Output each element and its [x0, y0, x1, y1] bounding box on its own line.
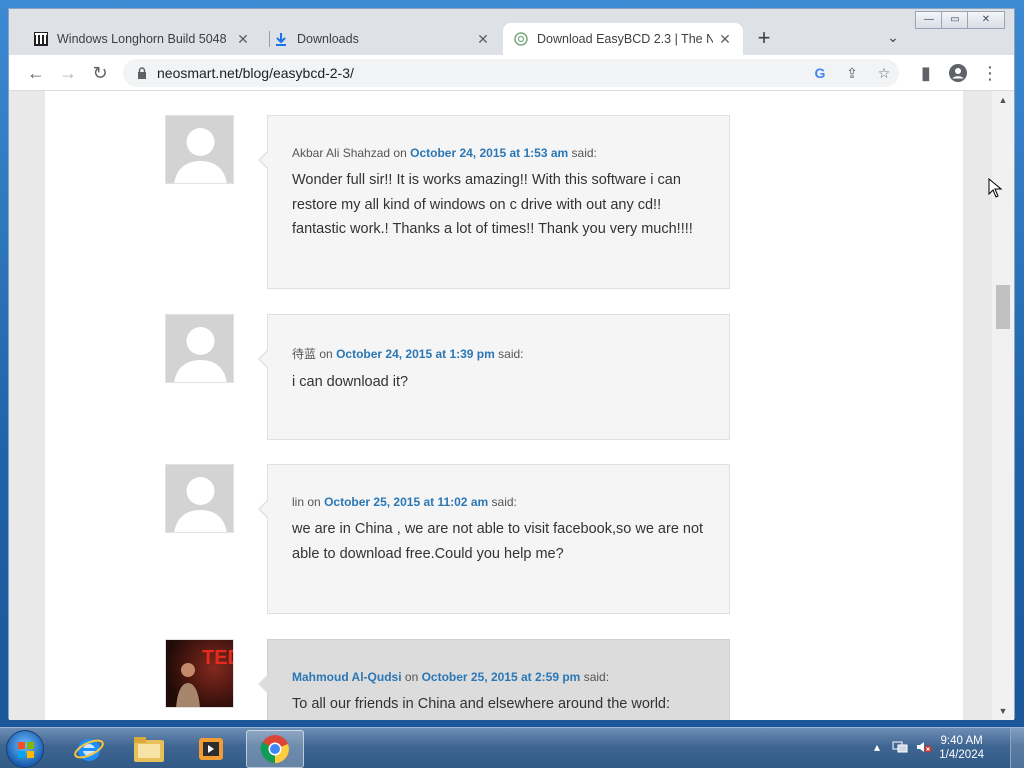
tab-easybcd[interactable]: Download EasyBCD 2.3 | The Neo ✕	[503, 23, 743, 55]
comment-text: i can download it?	[292, 374, 409, 390]
comment-author: lin	[292, 495, 305, 509]
tab-strip: Windows Longhorn Build 5048 : Mi ✕ Downl…	[9, 9, 1014, 55]
comment-meta: Mahmoud Al-Qudsi on October 25, 2015 at …	[292, 670, 705, 684]
share-icon[interactable]: ⇪	[843, 64, 861, 82]
scroll-down-icon[interactable]: ▼	[997, 706, 1009, 716]
file-explorer-icon[interactable]	[120, 730, 178, 768]
avatar: TED	[165, 639, 234, 708]
avatar	[165, 115, 234, 184]
show-hidden-icons-icon[interactable]: ▴	[874, 740, 880, 754]
meta-said: said:	[498, 347, 524, 361]
address-bar[interactable]: neosmart.net/blog/easybcd-2-3/ G ⇪ ☆	[123, 59, 899, 87]
clock-date: 1/4/2024	[939, 749, 984, 761]
page-viewport: Akbar Ali Shahzad on October 24, 2015 at…	[9, 91, 992, 720]
comment-meta: 待蓝 on October 24, 2015 at 1:39 pm said:	[292, 345, 705, 362]
comment-meta: Akbar Ali Shahzad on October 24, 2015 at…	[292, 146, 705, 160]
meta-on: on	[404, 670, 419, 684]
comment-bubble: 待蓝 on October 24, 2015 at 1:39 pm said: …	[258, 314, 730, 440]
internet-explorer-icon[interactable]	[60, 730, 118, 768]
close-icon[interactable]: ✕	[475, 31, 491, 47]
comment-text: we are in China , we are not able to vis…	[292, 521, 704, 562]
menu-kebab-icon[interactable]: ⋮	[977, 60, 1003, 86]
new-tab-button[interactable]: +	[751, 26, 777, 52]
scrollbar-thumb[interactable]	[996, 285, 1010, 329]
comment-date-link[interactable]: October 25, 2015 at 2:59 pm	[422, 670, 581, 684]
comment-bubble: lin on October 25, 2015 at 11:02 am said…	[258, 464, 730, 614]
forward-arrow-icon[interactable]: →	[55, 60, 81, 86]
meta-said: said:	[491, 495, 517, 509]
clock[interactable]: 9:40 AM 1/4/2024	[939, 734, 984, 762]
reload-icon[interactable]: ↻	[87, 60, 113, 86]
start-button[interactable]	[6, 730, 44, 768]
comment-date-link[interactable]: October 25, 2015 at 11:02 am	[324, 495, 488, 509]
tab-windows-longhorn[interactable]: Windows Longhorn Build 5048 : Mi ✕	[23, 23, 261, 55]
neosmart-icon	[513, 31, 529, 47]
minimize-button[interactable]: —	[915, 11, 943, 29]
tab-title: Download EasyBCD 2.3 | The Neo	[537, 32, 713, 46]
scroll-up-icon[interactable]: ▲	[997, 95, 1009, 105]
close-window-button[interactable]: ✕	[967, 11, 1005, 29]
back-arrow-icon[interactable]: ←	[23, 60, 49, 86]
side-panel-icon[interactable]: ▮	[913, 60, 939, 86]
comment-text: Wonder full sir!! It is works amazing!! …	[292, 172, 693, 237]
taskbar: ▴ 9:40 AM 1/4/2024	[0, 727, 1024, 768]
comment-bubble: Akbar Ali Shahzad on October 24, 2015 at…	[258, 115, 730, 289]
meta-said: said:	[583, 670, 610, 684]
comment-author: Akbar Ali Shahzad	[292, 146, 391, 160]
avatar	[165, 314, 234, 383]
page-content: Akbar Ali Shahzad on October 24, 2015 at…	[45, 91, 963, 720]
comment-meta: lin on October 25, 2015 at 11:02 am said…	[292, 495, 705, 509]
mouse-cursor-icon	[988, 178, 1002, 198]
chevron-down-icon[interactable]: ⌄	[883, 29, 903, 49]
clock-time: 9:40 AM	[940, 735, 983, 747]
tab-title: Downloads	[297, 32, 359, 46]
browser-window: Windows Longhorn Build 5048 : Mi ✕ Downl…	[8, 8, 1015, 720]
show-desktop-button[interactable]	[1010, 728, 1024, 768]
chrome-icon[interactable]	[246, 730, 304, 768]
tab-downloads[interactable]: Downloads ✕	[263, 23, 501, 55]
lock-icon	[138, 67, 146, 79]
comment-bubble-author: Mahmoud Al-Qudsi on October 25, 2015 at …	[258, 639, 730, 720]
avatar-ted-text: TED	[202, 647, 234, 669]
profile-icon[interactable]	[945, 60, 971, 86]
bookmark-star-icon[interactable]: ☆	[875, 64, 893, 82]
download-icon	[273, 31, 289, 47]
network-icon[interactable]	[892, 740, 908, 757]
tab-title: Windows Longhorn Build 5048 : Mi	[57, 32, 229, 46]
close-icon[interactable]: ✕	[235, 31, 251, 47]
meta-on: on	[319, 347, 333, 361]
meta-said: said:	[571, 146, 597, 160]
comment-author-link[interactable]: Mahmoud Al-Qudsi	[292, 670, 402, 684]
comment-text: To all our friends in China and elsewher…	[292, 696, 671, 712]
browser-toolbar: ← → ↻ neosmart.net/blog/easybcd-2-3/ G ⇪…	[9, 55, 1014, 91]
volume-muted-icon[interactable]	[916, 740, 932, 757]
comment-date-link[interactable]: October 24, 2015 at 1:53 am	[410, 146, 568, 160]
close-icon[interactable]: ✕	[717, 31, 733, 47]
avatar	[165, 464, 234, 533]
url-text: neosmart.net/blog/easybcd-2-3/	[157, 65, 354, 81]
meta-on: on	[307, 495, 321, 509]
maximize-button[interactable]: ▭	[941, 11, 969, 29]
comment-author: 待蓝	[292, 347, 317, 361]
meta-on: on	[393, 146, 407, 160]
media-player-icon[interactable]	[182, 730, 240, 768]
comment-date-link[interactable]: October 24, 2015 at 1:39 pm	[336, 347, 495, 361]
google-translate-icon[interactable]: G	[811, 64, 829, 82]
archive-icon	[33, 31, 49, 47]
